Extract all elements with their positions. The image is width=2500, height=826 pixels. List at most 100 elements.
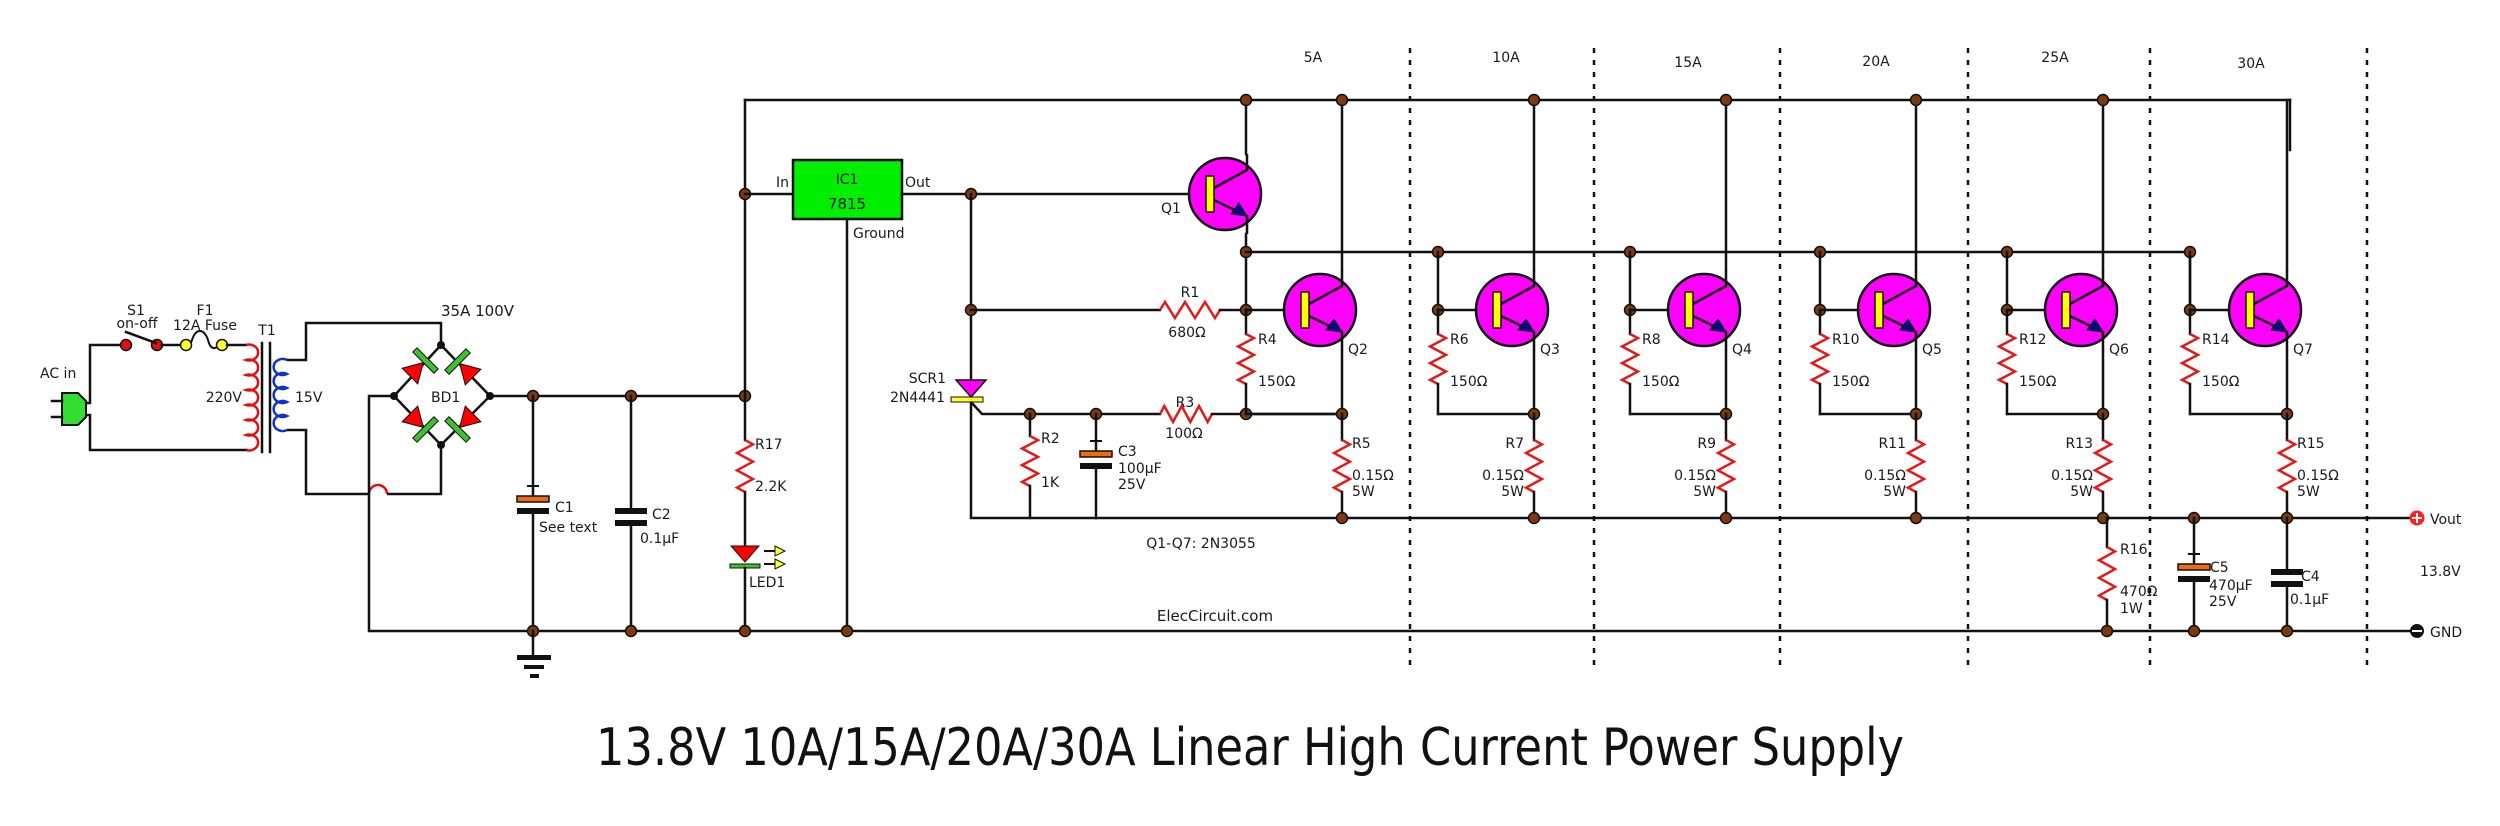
junction-node	[1335, 511, 1349, 525]
ground-symbol-icon	[517, 655, 551, 660]
c1-value-label: See text	[539, 520, 598, 536]
wire	[387, 445, 443, 496]
gnd-label: GND	[2430, 625, 2462, 641]
capacitor-negative-plate	[1080, 463, 1112, 469]
wire	[86, 413, 248, 452]
output-stage-3: R8 150Ω Q4 R9 0.15Ω5W	[1619, 93, 1752, 525]
c4-ref-label: C4	[2301, 569, 2320, 585]
transistor-base-bar	[1874, 291, 1884, 329]
emitter-resistor-power-label: 5W	[1883, 484, 1906, 500]
ac-input-label: AC in	[40, 366, 76, 382]
scr-part-label: 2N4441	[890, 390, 945, 406]
output-stage-1: R4 150Ω Q2 R5 0.15Ω5W	[1235, 93, 1394, 525]
emitter-resistor-ref-label: R15	[2297, 436, 2325, 452]
transistor-q3	[1474, 270, 1550, 350]
wire	[86, 343, 126, 405]
fuse-terminal	[179, 338, 193, 352]
emitter-resistor-ref-label: R13	[2065, 436, 2093, 452]
output-voltage-label: 13.8V	[2420, 564, 2461, 580]
r1-value-label: 680Ω	[1168, 325, 1206, 341]
diagram-title: 13.8V 10A/15A/20A/30A Linear High Curren…	[596, 718, 1904, 778]
r2-ref-label: R2	[1041, 431, 1060, 447]
r16-power-label: 1W	[2120, 601, 2143, 617]
ground-symbol-icon	[530, 674, 539, 678]
ic-pin-ground-label: Ground	[853, 226, 905, 242]
junction-node	[624, 624, 638, 638]
resistor-zigzag	[1715, 438, 1737, 494]
resistor-zigzag	[1158, 299, 1222, 321]
resistor-zigzag	[1996, 332, 2018, 386]
emitter-resistor-value-label: 0.15Ω	[2051, 468, 2093, 484]
emitter-resistor-power-label: 5W	[1352, 484, 1375, 500]
resistor-zigzag	[1905, 438, 1927, 494]
bridge-terminal	[437, 441, 445, 449]
output-section: R16 470Ω1W C5 470µF25V C4 0.1µF Vout GND 13.8V	[2096, 510, 2462, 641]
base-resistor-value-label: 150Ω	[1450, 374, 1488, 390]
transistor-ref-label: Q3	[1540, 342, 1560, 358]
capacitor-plate	[2271, 569, 2303, 575]
transformer-secondary-label: 15V	[295, 390, 323, 406]
base-resistor-value-label: 150Ω	[1832, 374, 1870, 390]
capacitor-negative-plate	[2178, 576, 2210, 582]
transistor-q7	[2227, 270, 2303, 350]
output-stage-4: R10 150Ω Q5 R11 0.15Ω5W	[1809, 93, 1942, 525]
emitter-resistor-value-label: 0.15Ω	[1674, 468, 1716, 484]
base-resistor-value-label: 150Ω	[2202, 374, 2240, 390]
ic-pin-in-label: In	[776, 175, 789, 191]
emitter-resistor-value-label: 0.15Ω	[2297, 468, 2339, 484]
led-light-arrow-icon	[774, 558, 787, 570]
transistor-body	[1187, 156, 1263, 232]
c2-ref-label: C2	[652, 507, 671, 523]
base-resistor-ref-label: R4	[1258, 332, 1277, 348]
transistor-q4	[1666, 270, 1742, 350]
c5-value-label: 470µF	[2209, 578, 2253, 594]
led-ref-label: LED1	[749, 575, 785, 591]
resistor-zigzag	[2092, 438, 2114, 494]
capacitor-plate	[2271, 581, 2303, 587]
watermark-label: ElecCircuit.com	[1157, 607, 1273, 625]
emitter-resistor-power-label: 5W	[2070, 484, 2093, 500]
led-triangle	[729, 545, 761, 563]
transformer-secondary-winding	[272, 357, 290, 433]
r3-ref-label: R3	[1176, 395, 1195, 411]
fuse-desc-label: 12A Fuse	[173, 318, 237, 334]
ic-ref-label: IC1	[836, 172, 859, 188]
resistor-zigzag	[2096, 545, 2118, 602]
transistor-ref-label: Q5	[1922, 342, 1942, 358]
r16-value-label: 470Ω	[2120, 584, 2158, 600]
wire-crossover-hop	[367, 483, 389, 495]
transistor-base-bar	[1684, 291, 1694, 329]
base-resistor-value-label: 150Ω	[2019, 374, 2057, 390]
emitter-resistor-ref-label: R9	[1697, 436, 1716, 452]
junction-node	[2100, 624, 2114, 638]
base-resistor-value-label: 150Ω	[1642, 374, 1680, 390]
capacitor-positive-plate	[2177, 563, 2211, 571]
junction-node	[2187, 624, 2201, 638]
emitter-resistor-value-label: 0.15Ω	[1352, 468, 1394, 484]
emitter-resistor-power-label: 5W	[1501, 484, 1524, 500]
transistor-body	[1474, 272, 1550, 348]
transistor-q5	[1856, 270, 1932, 350]
c3-value-label: 100µF	[1118, 461, 1162, 477]
transistor-ref-label: Q2	[1348, 342, 1368, 358]
wire	[970, 401, 1030, 416]
transistor-body	[2227, 272, 2303, 348]
led-light-arrow-icon	[774, 545, 787, 557]
emitter-resistor-ref-label: R7	[1505, 436, 1524, 452]
junction-node	[840, 624, 854, 638]
base-resistor-ref-label: R14	[2202, 332, 2230, 348]
resistor-zigzag	[2276, 438, 2298, 494]
q1-ref-label: Q1	[1161, 201, 1181, 217]
transistor-note-label: Q1-Q7: 2N3055	[1146, 536, 1256, 552]
resistor-zigzag	[1331, 438, 1353, 494]
transistor-base-bar	[1300, 291, 1310, 329]
resistor-zigzag	[734, 438, 756, 494]
resistor-zigzag	[1019, 434, 1041, 488]
scr-cathode-bar	[950, 396, 984, 403]
protection-section: R1 680Ω SCR1 2N4441 R2 1K C3100µF25V R3 100Ω Q1-Q…	[890, 192, 1345, 625]
emitter-resistor-value-label: 0.15Ω	[1864, 468, 1906, 484]
capacitor-positive-plate	[1079, 450, 1113, 458]
schematic-diagram: 5A 10A 15A 20A 25A 30AAC inS1on-offF112A Fuse…	[40, 48, 2462, 678]
output-stage-5: R12 150Ω Q6 R13 0.15Ω5W	[1996, 93, 2129, 525]
transformer-primary-winding	[241, 343, 260, 452]
